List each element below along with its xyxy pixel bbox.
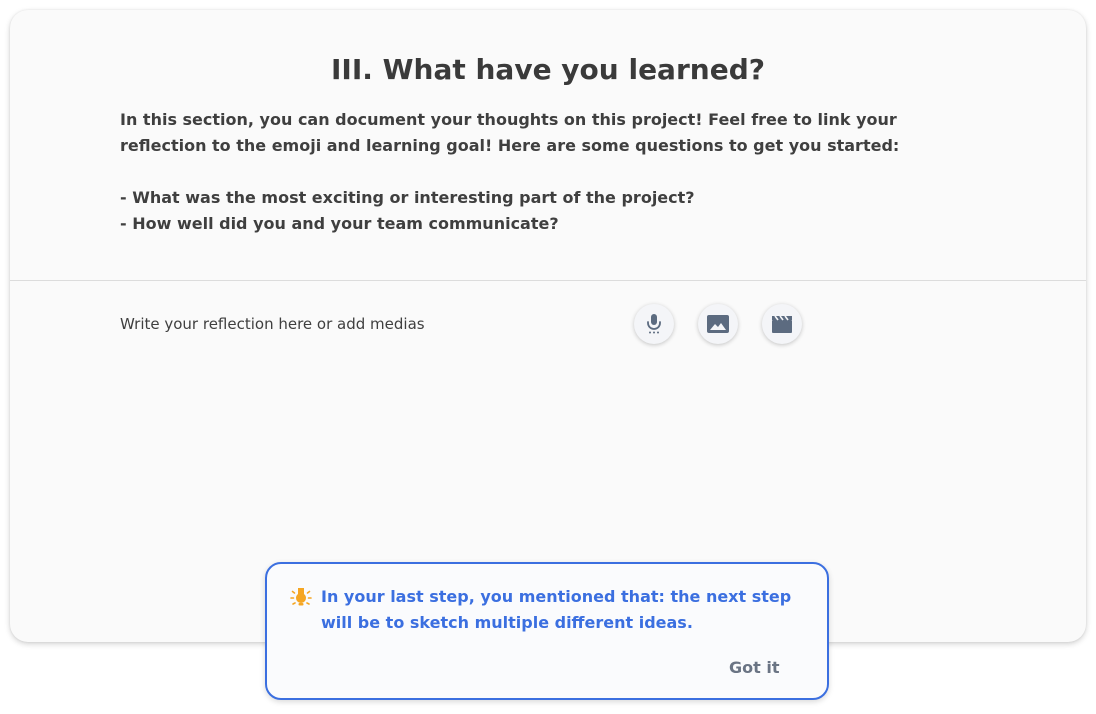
question-item: - How well did you and your team communi… bbox=[120, 214, 559, 233]
question-list: - What was the most exciting or interest… bbox=[120, 185, 950, 237]
tip-popup: In your last step, you mentioned that: t… bbox=[265, 562, 829, 700]
image-icon bbox=[707, 315, 729, 333]
question-item: - What was the most exciting or interest… bbox=[120, 188, 695, 207]
section-title: III. What have you learned? bbox=[331, 53, 765, 86]
add-image-button[interactable] bbox=[698, 304, 738, 344]
section-intro: In this section, you can document your t… bbox=[120, 110, 900, 155]
add-video-button[interactable] bbox=[762, 304, 802, 344]
tip-message: In your last step, you mentioned that: t… bbox=[321, 587, 792, 632]
video-icon bbox=[772, 315, 792, 333]
reflection-input[interactable]: Write your reflection here or add medias bbox=[120, 313, 425, 335]
got-it-button[interactable]: Got it bbox=[723, 654, 785, 681]
divider bbox=[10, 280, 1086, 281]
lightbulb-icon bbox=[289, 586, 313, 610]
record-audio-button[interactable] bbox=[634, 304, 674, 344]
reflection-card: III. What have you learned? In this sect… bbox=[10, 10, 1086, 642]
microphone-icon bbox=[644, 313, 664, 335]
